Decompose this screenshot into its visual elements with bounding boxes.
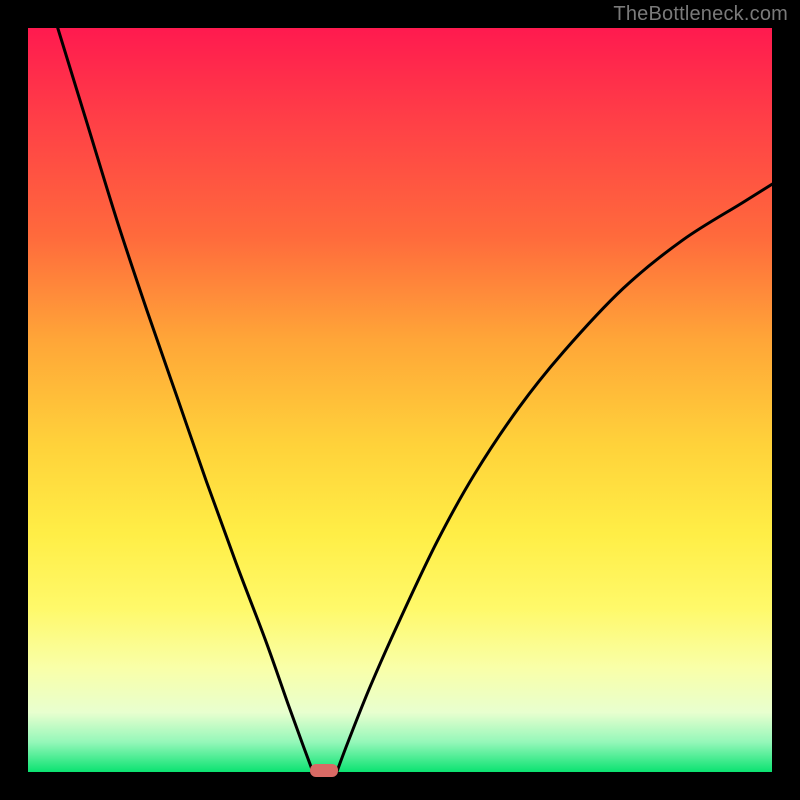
curve-overlay [28,28,772,772]
curve-left-limb [58,28,313,772]
minimum-marker [310,764,338,777]
watermark-text: TheBottleneck.com [613,3,788,26]
chart-frame: TheBottleneck.com [0,0,800,800]
curve-right-limb [337,184,772,772]
plot-area [28,28,772,772]
